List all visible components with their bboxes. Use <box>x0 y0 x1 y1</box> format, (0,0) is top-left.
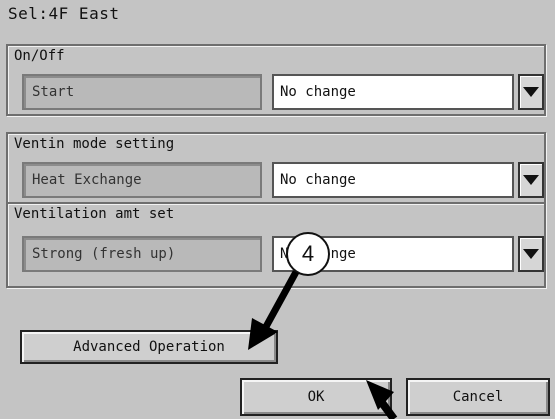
arrow-icon <box>248 270 398 419</box>
